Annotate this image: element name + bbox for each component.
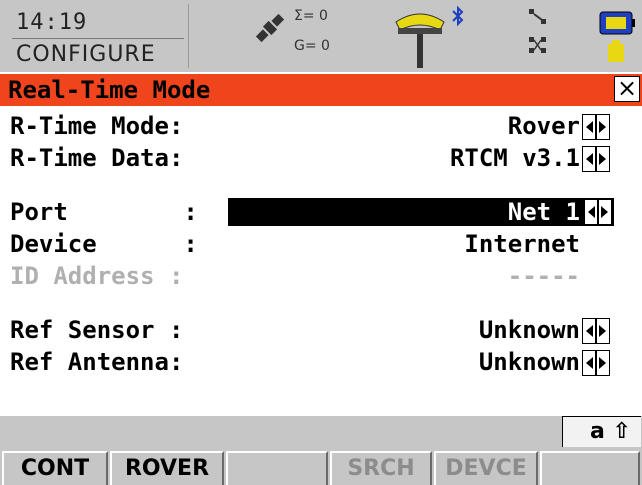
field-id-address: ID Address : -----	[0, 260, 642, 292]
field-value: Unknown	[478, 316, 580, 344]
battery-icon	[599, 11, 635, 62]
field-label: R-Time Mode:	[10, 112, 184, 140]
field-label: ID Address :	[10, 262, 184, 290]
fkey-label: CONT	[20, 456, 90, 481]
field-value: Net 1	[507, 198, 580, 226]
left-right-arrows-icon[interactable]	[582, 350, 610, 376]
field-value: Rover	[507, 112, 580, 140]
satellite-icon	[255, 13, 285, 43]
title-bar: Real-Time Mode ×	[0, 74, 642, 106]
close-icon: ×	[616, 74, 638, 102]
function-key-bar: CONT ROVER SRCH DEVCE	[0, 448, 642, 485]
clock-separator	[12, 38, 184, 39]
rover-button[interactable]: ROVER	[110, 451, 224, 485]
sat-g-count: G= 0	[294, 38, 330, 54]
close-button[interactable]: ×	[614, 76, 640, 102]
field-ref-antenna[interactable]: Ref Antenna: Unknown	[0, 346, 642, 378]
field-ref-sensor[interactable]: Ref Sensor : Unknown	[0, 314, 642, 346]
field-label: Ref Sensor :	[10, 316, 184, 344]
srch-button[interactable]: SRCH	[330, 451, 432, 485]
field-value: Unknown	[478, 348, 580, 376]
clock-panel: 14:19 CONFIGURE	[6, 4, 184, 67]
fkey-label: DEVCE	[445, 456, 527, 481]
left-right-arrows-icon[interactable]	[582, 318, 610, 344]
link-icon	[529, 9, 546, 24]
devce-button[interactable]: DEVCE	[434, 451, 538, 485]
field-label: Device :	[10, 230, 198, 258]
port-selector[interactable]: Net 1	[228, 198, 614, 226]
field-value: Internet	[464, 230, 580, 258]
status-divider	[188, 4, 189, 68]
page-title: Real-Time Mode	[8, 76, 211, 104]
field-value: RTCM v3.1	[449, 144, 580, 172]
left-right-arrows-icon[interactable]	[584, 199, 612, 225]
input-mode-indicator: a ⇧	[562, 416, 641, 447]
field-rtime-data[interactable]: R-Time Data: RTCM v3.1	[0, 142, 642, 174]
clock-time: 14:19	[16, 10, 88, 35]
field-device: Device : Internet	[0, 228, 642, 260]
sat-sigma-count: Σ= 0	[294, 8, 328, 24]
field-label: Ref Antenna:	[10, 348, 184, 376]
info-bar: a ⇧	[0, 416, 642, 448]
cont-button[interactable]: CONT	[2, 451, 108, 485]
field-value: -----	[507, 262, 580, 290]
left-right-arrows-icon[interactable]	[582, 146, 610, 172]
field-label: Port :	[10, 198, 198, 226]
input-mode-text: a ⇧	[590, 419, 631, 444]
status-bar: 14:19 CONFIGURE Σ= 0 G= 0	[0, 0, 642, 72]
field-label: R-Time Data:	[10, 144, 184, 172]
field-port[interactable]: Port : Net 1	[0, 196, 642, 228]
fkey-label: ROVER	[124, 456, 210, 481]
antenna-icon	[395, 13, 445, 68]
field-rtime-mode[interactable]: R-Time Mode: Rover	[0, 110, 642, 142]
fkey-3-button[interactable]	[226, 451, 328, 485]
network-icon	[529, 37, 546, 53]
screen-name: CONFIGURE	[16, 42, 156, 67]
fkey-6-button[interactable]	[540, 451, 640, 485]
bluetooth-icon	[452, 6, 464, 26]
left-right-arrows-icon[interactable]	[582, 114, 610, 140]
fkey-label: SRCH	[347, 456, 415, 481]
